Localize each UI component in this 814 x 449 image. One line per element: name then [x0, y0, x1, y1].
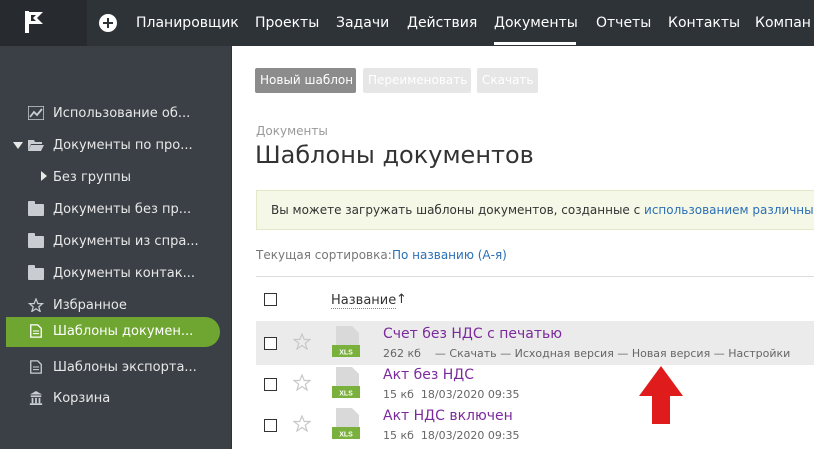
page-title: Шаблоны документов [255, 141, 534, 169]
sidebar-item-label: Корзина [53, 391, 111, 406]
red-arrow-annotation [639, 366, 683, 424]
folder-open-icon [28, 140, 44, 151]
file-name-link[interactable]: Акт без НДС [383, 367, 474, 383]
select-all-checkbox[interactable] [264, 293, 277, 306]
sort-label: Текущая сортировка: [256, 248, 392, 262]
star-icon[interactable] [293, 374, 311, 391]
row-checkbox[interactable] [264, 378, 277, 391]
sidebar-item-docs-reference[interactable]: Документы из спра... [6, 227, 220, 257]
sidebar-item-label: Документы по про... [53, 138, 193, 153]
sidebar-item-label: Шаблоны экспорта... [53, 360, 197, 375]
breadcrumb[interactable]: Документы [256, 124, 328, 138]
nav-active-indicator [494, 42, 576, 45]
file-size: 262 кб [383, 347, 421, 360]
row-checkbox[interactable] [264, 337, 277, 350]
file-meta: 262 кб — Скачать — Исходная версия — Нов… [383, 347, 790, 360]
file-meta: 15 кб 18/03/2020 09:35 [383, 388, 520, 401]
new-template-button[interactable]: Новый шаблон [255, 68, 356, 93]
nav-documents[interactable]: Документы [494, 15, 578, 31]
document-icon [30, 360, 42, 374]
download-button[interactable]: Скачать [477, 68, 538, 93]
star-icon [28, 298, 44, 312]
nav-company[interactable]: Компан [755, 15, 811, 31]
chart-icon [28, 106, 44, 120]
sidebar-item-no-group[interactable]: Без группы [6, 163, 220, 193]
file-name-link[interactable]: Счет без НДС с печатью [383, 326, 562, 342]
sidebar-item-label: Без группы [53, 170, 131, 185]
file-meta: 15 кб 18/03/2020 09:35 [383, 429, 520, 442]
sidebar-item-label: Избранное [53, 298, 127, 313]
file-type-label: XLS [339, 350, 353, 357]
sidebar-item-label: Документы из спра... [53, 234, 199, 249]
folder-icon [28, 201, 44, 216]
xls-file-icon: XLS [332, 326, 360, 357]
file-type-label: XLS [339, 432, 353, 439]
sidebar-item-export-templates[interactable]: Шаблоны экспорта... [6, 353, 220, 383]
nav-projects[interactable]: Проекты [255, 15, 319, 31]
xls-file-icon: XLS [332, 408, 360, 439]
document-icon [30, 324, 42, 338]
file-date: 18/03/2020 09:35 [420, 388, 520, 401]
sidebar-item-label: Шаблоны докумен... [53, 324, 194, 339]
sidebar-item-doc-templates[interactable]: Шаблоны докумен... [6, 317, 220, 347]
sidebar-item-label: Документы контак... [53, 266, 196, 281]
table-row[interactable]: XLS Акт НДС включен 15 кб 18/03/2020 09:… [256, 403, 814, 447]
file-date: 18/03/2020 09:35 [420, 429, 520, 442]
nav-tasks[interactable]: Задачи [336, 15, 389, 31]
nav-actions[interactable]: Действия [407, 15, 477, 31]
xls-file-icon: XLS [332, 367, 360, 398]
sidebar-item-trash[interactable]: Корзина [6, 384, 220, 414]
sort-arrow-icon: ↑ [396, 292, 407, 307]
nav-reports[interactable]: Отчеты [596, 15, 651, 31]
file-name-link[interactable]: Акт НДС включен [383, 408, 513, 424]
add-icon[interactable] [99, 14, 117, 32]
sidebar: Использование об... Документы по про... … [0, 46, 232, 449]
table-divider [256, 276, 814, 277]
row-checkbox[interactable] [264, 419, 277, 432]
caret-right-icon [41, 171, 47, 181]
logo[interactable] [0, 0, 87, 46]
trash-icon [29, 391, 43, 405]
table-row[interactable]: XLS Акт без НДС 15 кб 18/03/2020 09:35 [256, 362, 814, 406]
column-header-name[interactable]: Название [331, 293, 397, 309]
sort-dropdown[interactable]: По названию (А-я) [392, 248, 507, 262]
caret-down-icon[interactable] [13, 142, 23, 149]
file-size: 15 кб [383, 388, 414, 401]
rename-button[interactable]: Переименовать [363, 68, 471, 93]
file-type-label: XLS [339, 391, 353, 398]
sidebar-item-label: Документы без пр... [53, 202, 192, 217]
folder-icon [28, 233, 44, 248]
sidebar-item-label: Использование об... [53, 106, 191, 121]
flag-logo-icon [25, 11, 43, 33]
sidebar-item-project-docs[interactable]: Документы по про... [6, 131, 220, 161]
file-actions[interactable]: — Скачать — Исходная версия — Новая верс… [435, 347, 790, 360]
star-icon[interactable] [293, 333, 311, 350]
sidebar-item-usage[interactable]: Использование об... [6, 99, 220, 129]
sidebar-item-docs-no-project[interactable]: Документы без пр... [6, 195, 220, 225]
folder-icon [28, 265, 44, 280]
notice-link[interactable]: использованием различных [644, 203, 814, 217]
star-icon[interactable] [293, 415, 311, 432]
table-row[interactable]: XLS Счет без НДС с печатью 262 кб — Скач… [256, 321, 814, 365]
top-navbar: Планировщик Проекты Задачи Действия Доку… [0, 0, 814, 46]
info-notice: Вы можете загружать шаблоны документов, … [256, 190, 814, 230]
nav-contacts[interactable]: Контакты [668, 15, 740, 31]
notice-text: Вы можете загружать шаблоны документов, … [271, 203, 645, 217]
sidebar-item-docs-contacts[interactable]: Документы контак... [6, 259, 220, 289]
file-size: 15 кб [383, 429, 414, 442]
nav-planner[interactable]: Планировщик [136, 15, 239, 31]
